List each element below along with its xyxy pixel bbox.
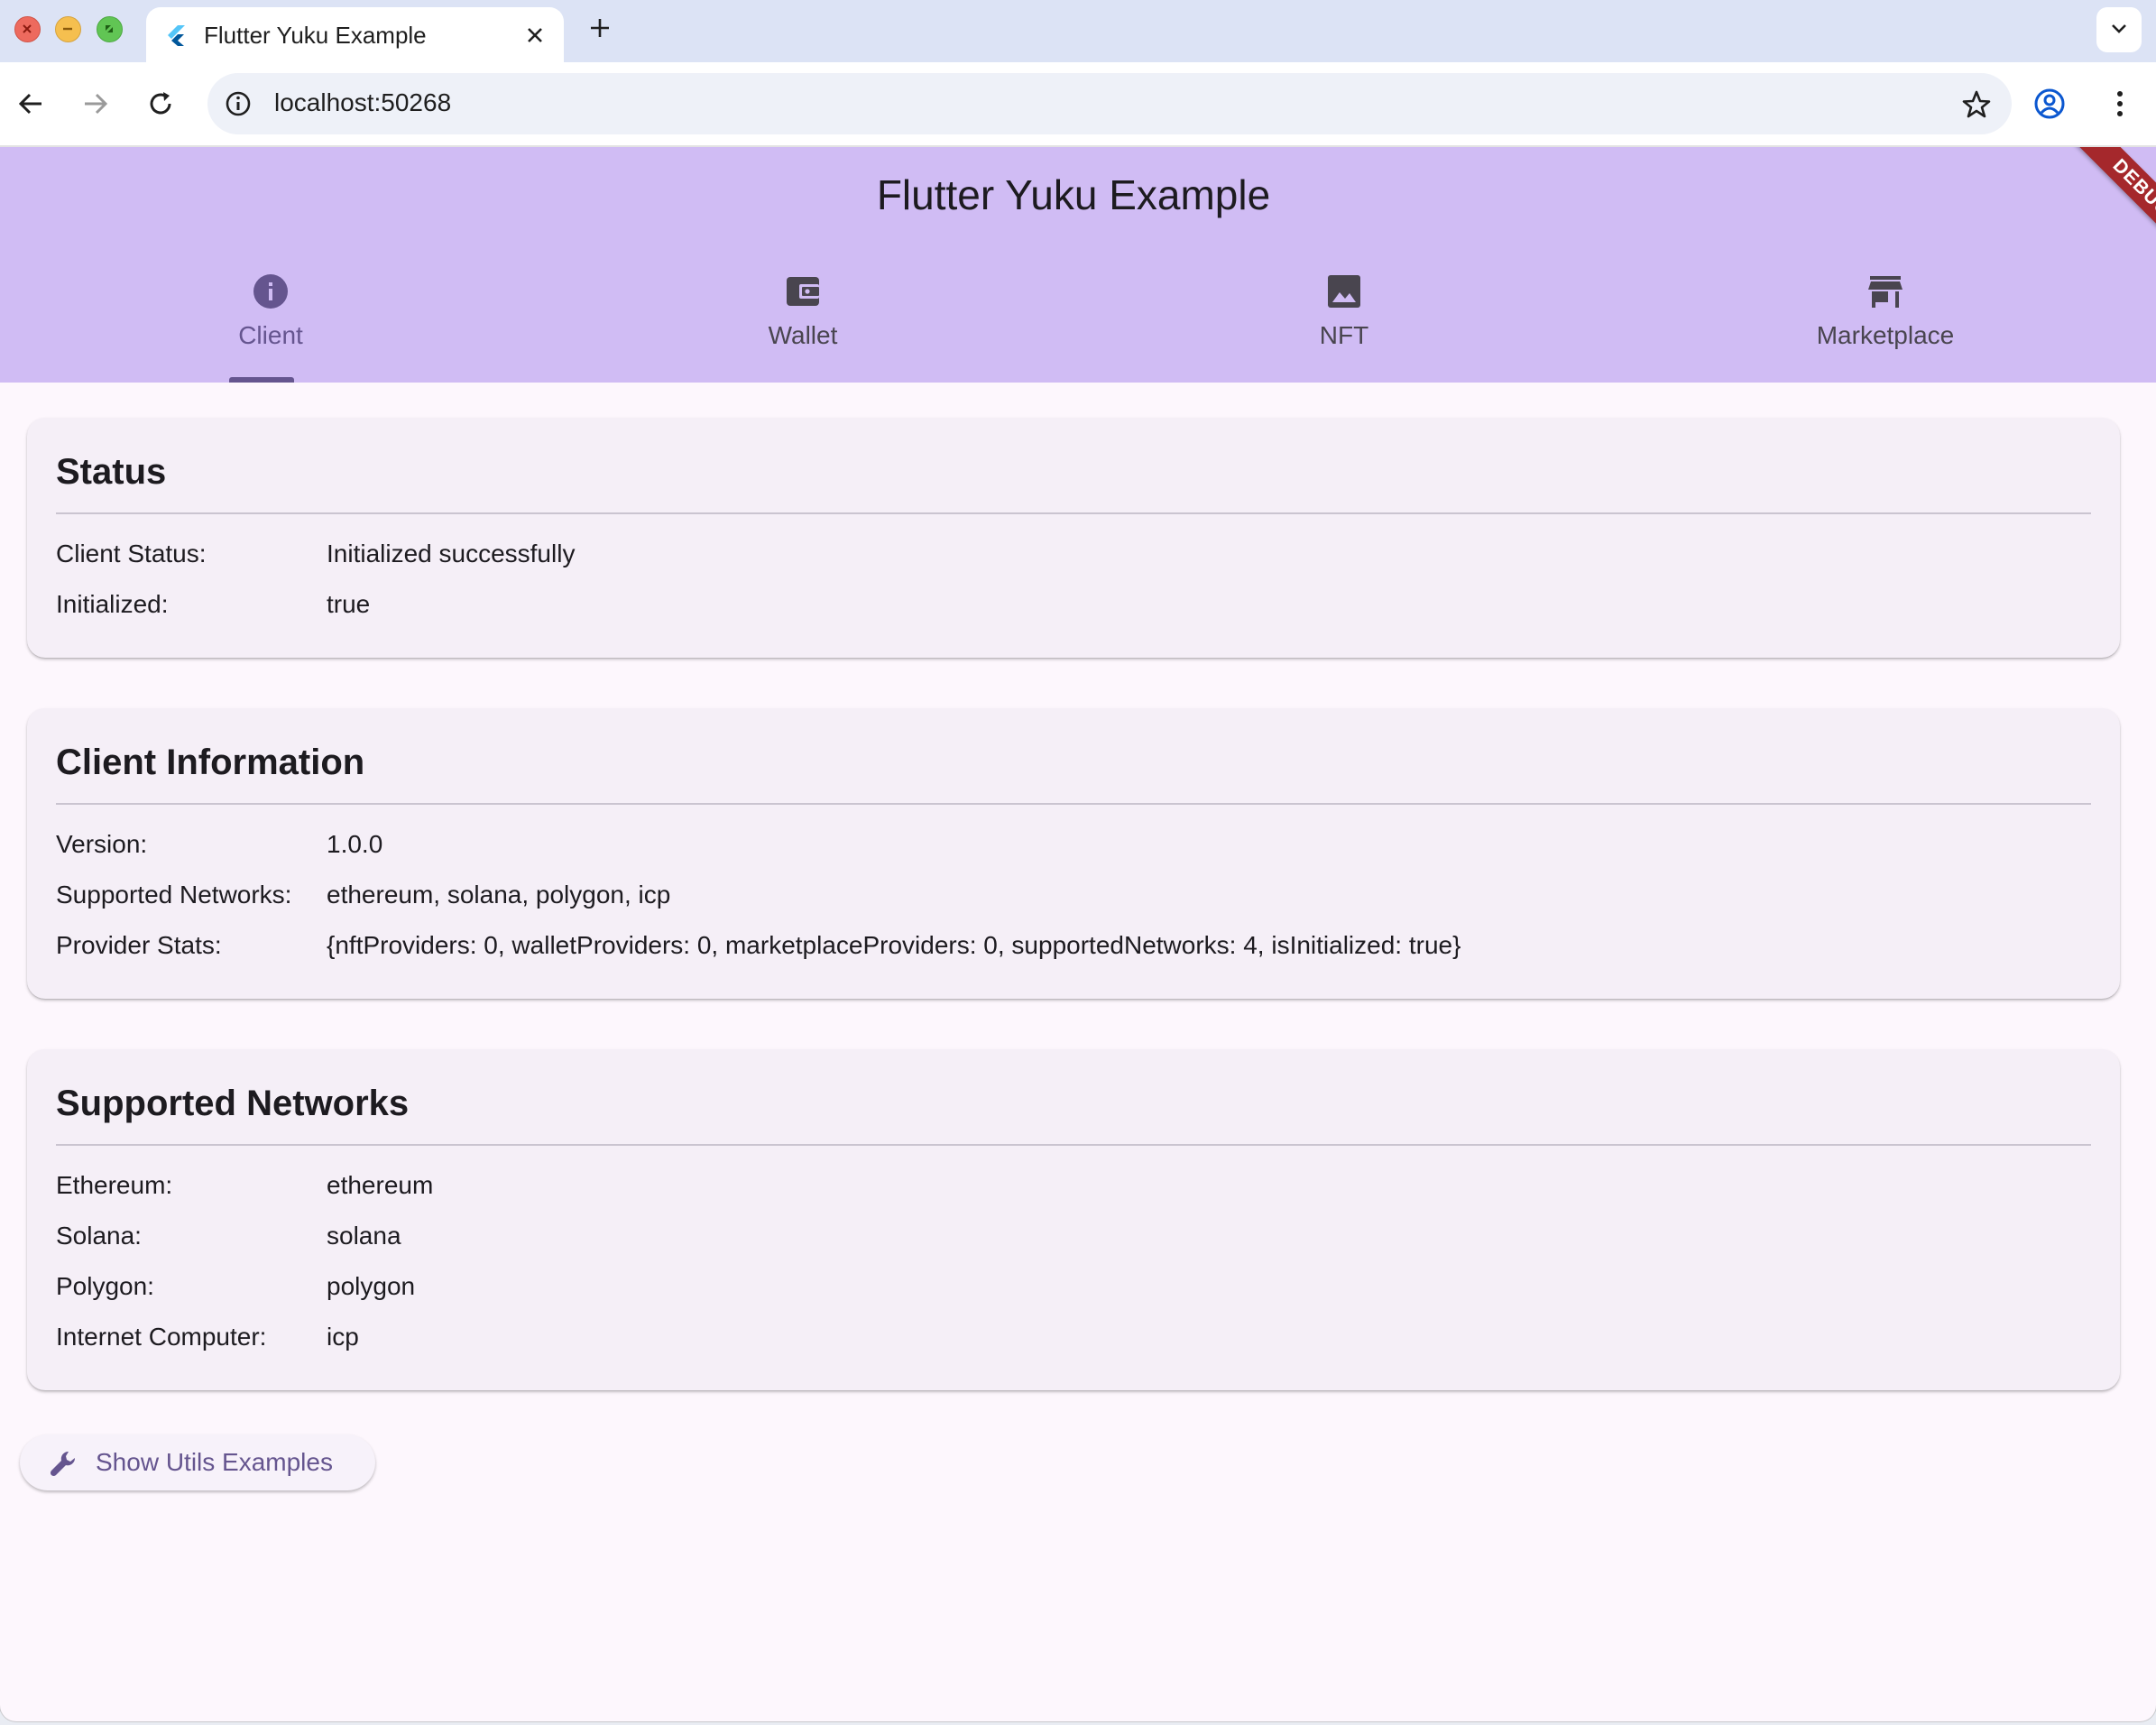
row-label: Version: bbox=[56, 830, 148, 858]
flutter-icon bbox=[168, 25, 185, 46]
row-value: icp bbox=[327, 1323, 359, 1351]
forward-arrow-icon[interactable] bbox=[79, 88, 112, 120]
minimize-icon bbox=[63, 27, 72, 31]
divider bbox=[56, 1144, 2091, 1146]
status-card: Status Client Status: Initialized succes… bbox=[27, 418, 2120, 658]
store-icon bbox=[1868, 276, 1903, 308]
tab-client[interactable]: Client bbox=[0, 147, 541, 383]
chevron-down-icon bbox=[2112, 24, 2126, 33]
show-utils-examples-button[interactable]: Show Utils Examples bbox=[20, 1434, 375, 1490]
row-value: ethereum, solana, polygon, icp bbox=[327, 881, 671, 909]
close-icon bbox=[23, 24, 32, 33]
row-value: Initialized successfully bbox=[327, 540, 576, 567]
close-tab-icon[interactable] bbox=[523, 23, 547, 47]
row-value: true bbox=[327, 590, 371, 618]
browser-tab-active[interactable]: Flutter Yuku Example bbox=[146, 7, 564, 62]
wrench-icon bbox=[50, 1451, 76, 1477]
row-value: solana bbox=[327, 1222, 401, 1250]
tab-client-label: Client bbox=[238, 321, 303, 349]
divider bbox=[56, 512, 2091, 514]
reload-icon[interactable] bbox=[144, 88, 177, 120]
tab-search-button[interactable] bbox=[2096, 7, 2142, 52]
tab-wallet-label: Wallet bbox=[768, 321, 838, 349]
row-label: Solana: bbox=[56, 1222, 142, 1250]
image-icon bbox=[1328, 275, 1360, 308]
row-value: polygon bbox=[327, 1272, 416, 1300]
more-menu-icon[interactable] bbox=[2104, 88, 2136, 120]
show-utils-examples-label: Show Utils Examples bbox=[96, 1448, 333, 1476]
client-information-card: Client Information Version: 1.0.0 Suppor… bbox=[27, 708, 2120, 999]
row-value: 1.0.0 bbox=[327, 830, 383, 858]
row-label: Ethereum: bbox=[56, 1171, 173, 1199]
row-label: Supported Networks: bbox=[56, 881, 292, 909]
browser-window: Flutter Yuku Example localhost:50268 Flu… bbox=[0, 0, 2156, 1721]
divider bbox=[56, 803, 2091, 805]
wallet-icon bbox=[787, 277, 819, 306]
info-icon bbox=[253, 274, 288, 309]
browser-toolbar: localhost:50268 bbox=[0, 62, 2156, 147]
profile-icon[interactable] bbox=[2033, 88, 2066, 120]
row-value: ethereum bbox=[327, 1171, 434, 1199]
tab-nft-label: NFT bbox=[1319, 321, 1369, 349]
tab-marketplace[interactable]: Marketplace bbox=[1615, 147, 2156, 383]
row-label: Polygon: bbox=[56, 1272, 154, 1300]
bookmark-star-icon[interactable] bbox=[1961, 89, 1992, 120]
minimize-window-button[interactable] bbox=[55, 16, 81, 42]
supported-networks-title: Supported Networks bbox=[56, 1084, 410, 1123]
app-bar: Flutter Yuku Example DEBUG Client Wallet bbox=[0, 147, 2156, 383]
active-tab-indicator bbox=[229, 377, 294, 383]
tab-wallet[interactable]: Wallet bbox=[532, 147, 1073, 383]
url-text: localhost:50268 bbox=[274, 88, 452, 116]
row-label: Initialized: bbox=[56, 590, 169, 618]
row-value: {nftProviders: 0, walletProviders: 0, ma… bbox=[327, 931, 1461, 959]
maximize-window-button[interactable] bbox=[97, 16, 123, 42]
status-card-title: Status bbox=[56, 452, 167, 492]
close-window-button[interactable] bbox=[14, 16, 41, 42]
new-tab-icon[interactable] bbox=[586, 14, 613, 42]
address-bar[interactable]: localhost:50268 bbox=[207, 73, 2012, 134]
client-information-title: Client Information bbox=[56, 743, 365, 782]
row-label: Internet Computer: bbox=[56, 1323, 267, 1351]
back-arrow-icon[interactable] bbox=[14, 88, 47, 120]
fullscreen-icon bbox=[106, 25, 113, 32]
tab-strip: Flutter Yuku Example bbox=[0, 0, 2156, 62]
supported-networks-card: Supported Networks Ethereum: ethereum So… bbox=[27, 1049, 2120, 1390]
tab-marketplace-label: Marketplace bbox=[1816, 321, 1955, 349]
tab-title: Flutter Yuku Example bbox=[204, 22, 427, 49]
row-label: Provider Stats: bbox=[56, 931, 222, 959]
tab-nft[interactable]: NFT bbox=[1073, 147, 1615, 383]
site-info-icon[interactable] bbox=[224, 89, 253, 118]
row-label: Client Status: bbox=[56, 540, 207, 567]
